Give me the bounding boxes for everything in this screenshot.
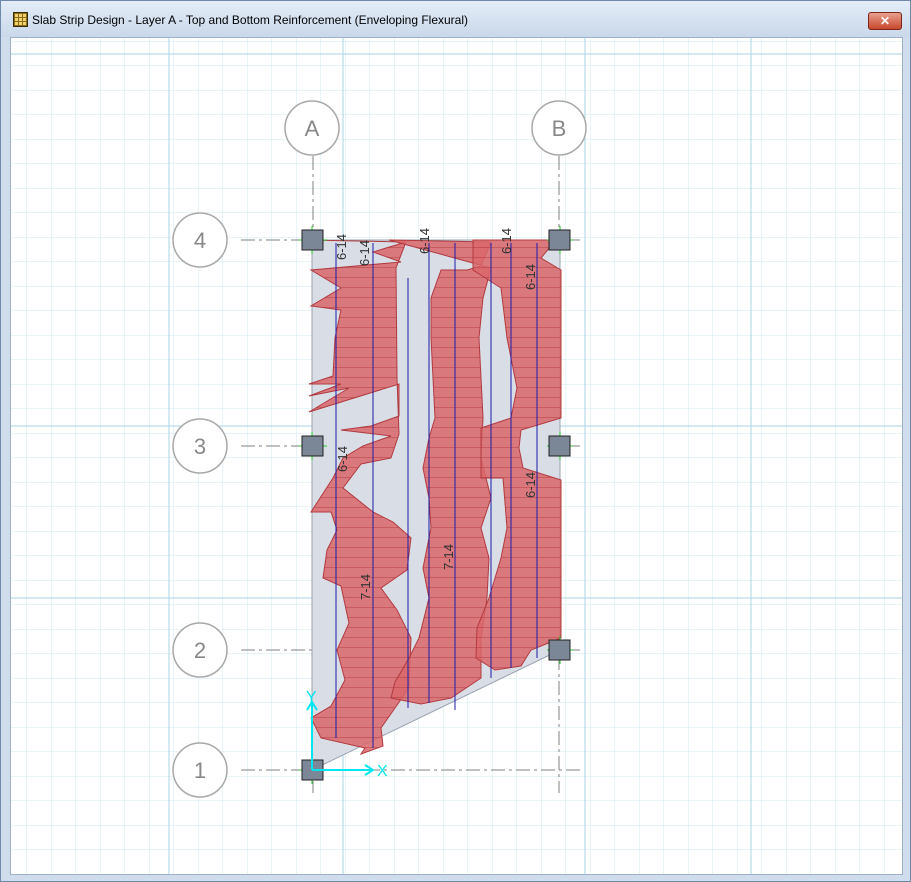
column-a4 [299,226,327,254]
bar-label: 6-14 [499,228,514,254]
window-title: Slab Strip Design - Layer A - Top and Bo… [32,13,468,27]
column-b3 [547,432,573,460]
close-button[interactable]: ✕ [868,12,902,30]
column-b2 [547,636,573,664]
grid-bubble-3[interactable]: 3 [172,418,228,474]
bar-label: 6-14 [417,228,432,254]
grid-bubble-a[interactable]: A [284,100,340,156]
bar-label: 7-14 [441,544,456,570]
drawing-canvas[interactable]: A B 4 3 2 1 6-14 6-14 6-14 6-14 6-14 6-1… [10,37,903,875]
svg-text:3: 3 [194,434,206,459]
grid-bubble-b[interactable]: B [531,100,587,156]
svg-text:2: 2 [194,638,206,663]
grid-bubble-2[interactable]: 2 [172,622,228,678]
bar-label: 6-14 [334,234,349,260]
grid-bubble-1[interactable]: 1 [172,742,228,798]
x-axis-label: X [377,763,388,780]
bar-label: 6-14 [523,264,538,290]
grid-bubble-4[interactable]: 4 [172,212,228,268]
bar-label: 7-14 [358,574,373,600]
app-icon [13,12,28,27]
y-axis-label: Y [306,689,317,706]
app-window: Slab Strip Design - Layer A - Top and Bo… [0,0,911,882]
column-a3 [299,432,327,460]
bar-label: 6-14 [523,472,538,498]
svg-text:B: B [552,116,567,141]
title-bar[interactable]: Slab Strip Design - Layer A - Top and Bo… [1,1,910,37]
bar-label: 6-14 [335,446,350,472]
svg-text:1: 1 [194,758,206,783]
svg-text:4: 4 [194,228,206,253]
column-b4 [547,226,573,254]
bar-label: 6-14 [357,240,372,266]
svg-text:A: A [305,116,320,141]
